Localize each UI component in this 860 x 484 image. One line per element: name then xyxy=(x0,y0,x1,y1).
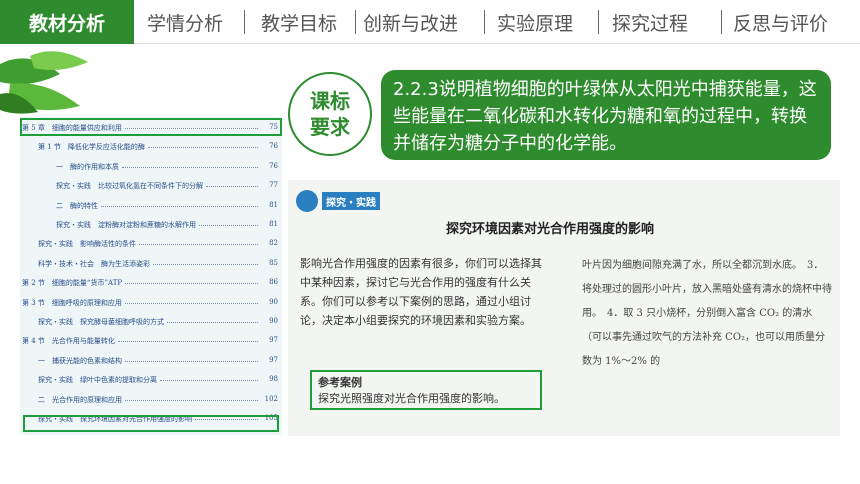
nav-divider xyxy=(721,10,722,34)
toc-line: 科学・技术・社会 酶为生活添姿彩 85 xyxy=(20,259,282,271)
toc-line: 一 酶的作用和本质 76 xyxy=(20,162,282,174)
toc-leader-dots xyxy=(160,380,258,382)
toc-entry-text: 二 酶的特性 xyxy=(56,201,98,210)
tab-reflection[interactable]: 反思与评价 xyxy=(733,0,828,44)
badge-label: 课标要求 xyxy=(310,89,350,139)
inquiry-tag: 探究・实践 xyxy=(322,192,380,210)
book-right-paragraph: 叶片因为细胞间隙充满了水，所以全都沉到水底。 3．将处理过的圆形小叶片，放入黑暗… xyxy=(582,260,832,367)
section-highlight-box xyxy=(23,415,279,432)
toc-entry-text: 探究・实践 探究酵母菌细胞呼吸的方式 xyxy=(38,318,164,326)
toc-page-number: 81 xyxy=(269,220,278,228)
toc-entry-text: 科学・技术・社会 酶为生活添姿彩 xyxy=(38,259,150,268)
toc-line: 探究・实践 影响酶活性的条件 82 xyxy=(20,239,282,251)
toc-entry-text: 第 4 节 光合作用与能量转化 xyxy=(22,337,115,346)
toc-line: 第 2 节 细胞的能量“货币”ATP 86 xyxy=(20,278,282,290)
toc-leader-dots xyxy=(124,302,258,304)
toc-page-number: 102 xyxy=(264,394,278,403)
toc-leader-dots xyxy=(206,186,258,188)
leaf-decoration-icon xyxy=(0,51,88,114)
toc-page-number: 97 xyxy=(269,336,278,345)
toc-entry-text: 第 3 节 细胞呼吸的原理和应用 xyxy=(22,298,122,307)
toc-page-number: 97 xyxy=(269,355,278,364)
toc-page-number: 86 xyxy=(269,278,278,287)
toc-page-number: 85 xyxy=(269,258,278,267)
top-nav-bar: 教材分析 学情分析 教学目标 创新与改进 实验原理 探究过程 反思与评价 xyxy=(0,0,860,44)
nav-divider xyxy=(484,10,485,34)
toc-entry-text: 一 酶的作用和本质 xyxy=(56,162,119,171)
toc-entry-text: 第 2 节 细胞的能量“货币”ATP xyxy=(22,279,123,288)
inquiry-practice-icon xyxy=(296,190,318,212)
toc-entry-text: 一 捕获光能的色素和结构 xyxy=(38,356,122,365)
toc-line: 二 光合作用的原理和应用 102 xyxy=(20,395,282,407)
tab-innovation[interactable]: 创新与改进 xyxy=(363,0,458,44)
toc-page-number: 82 xyxy=(269,239,278,248)
tab-learner-analysis[interactable]: 学情分析 xyxy=(147,0,223,44)
nav-divider xyxy=(244,10,245,34)
nav-divider xyxy=(355,10,356,34)
tab-experiment-principle[interactable]: 实验原理 xyxy=(497,0,573,44)
toc-leader-dots xyxy=(167,322,258,323)
toc-entry-text: 第 1 节 降低化学反应活化能的酶 xyxy=(38,143,145,152)
reference-case-text: 探究光照强度对光合作用强度的影响。 xyxy=(318,392,505,405)
reference-case-box: 参考案例 探究光照强度对光合作用强度的影响。 xyxy=(310,370,542,410)
book-section-title: 探究环境因素对光合作用强度的影响 xyxy=(446,222,655,237)
toc-line: 探究・实践 绿叶中色素的提取和分离 98 xyxy=(20,375,282,387)
toc-leader-dots xyxy=(125,360,258,362)
toc-line: 探究・实践 探究酵母菌细胞呼吸的方式 90 xyxy=(20,317,282,329)
toc-page-number: 90 xyxy=(269,317,278,325)
toc-entry-text: 二 光合作用的原理和应用 xyxy=(38,395,122,404)
toc-leader-dots xyxy=(101,205,258,207)
toc-entry-text: 探究・实践 影响酶活性的条件 xyxy=(38,240,136,249)
toc-page-number: 81 xyxy=(269,200,278,209)
toc-line: 第 1 节 降低化学反应活化能的酶 76 xyxy=(20,142,282,154)
toc-entry-text: 探究・实践 淀粉酶对淀粉和蔗糖的水解作用 xyxy=(56,221,196,229)
standard-requirement-badge: 课标要求 xyxy=(288,72,372,156)
toc-line: 探究・实践 比较过氧化氢在不同条件下的分解 77 xyxy=(20,181,282,193)
standard-text: 2.2.3说明植物细胞的叶绿体从太阳光中捕获能量，这些能量在二氧化碳和水转化为糖… xyxy=(393,79,817,154)
tab-teaching-goals[interactable]: 教学目标 xyxy=(261,0,337,44)
toc-leader-dots xyxy=(153,263,258,265)
textbook-table-of-contents: 第 5 章 细胞的能量供应和利用 75 第 1 节 降低化学反应活化能的酶 76 一 酶… xyxy=(20,117,282,435)
toc-page-number: 90 xyxy=(269,297,278,306)
toc-line: 第 3 节 细胞呼吸的原理和应用 90 xyxy=(20,298,282,310)
toc-line: 探究・实践 淀粉酶对淀粉和蔗糖的水解作用 81 xyxy=(20,220,282,232)
toc-page-number: 77 xyxy=(269,181,278,190)
toc-page-number: 98 xyxy=(269,375,278,384)
tab-inquiry-process[interactable]: 探究过程 xyxy=(612,0,688,44)
nav-divider xyxy=(598,10,599,34)
toc-leader-dots xyxy=(139,244,258,246)
tab-textbook-analysis[interactable]: 教材分析 xyxy=(0,0,134,44)
textbook-page-excerpt: 探究・实践 探究环境因素对光合作用强度的影响 影响光合作用强度的因素有很多，你们… xyxy=(288,180,840,436)
toc-page-number: 76 xyxy=(269,142,278,151)
toc-leader-dots xyxy=(147,147,258,149)
toc-entry-text: 探究・实践 比较过氧化氢在不同条件下的分解 xyxy=(56,182,203,191)
curriculum-standard-box: 2.2.3说明植物细胞的叶绿体从太阳光中捕获能量，这些能量在二氧化碳和水转化为糖… xyxy=(381,70,831,160)
reference-case-title: 参考案例 xyxy=(318,376,362,389)
toc-leader-dots xyxy=(122,166,258,168)
toc-page-number: 76 xyxy=(269,161,278,170)
toc-leader-dots xyxy=(117,341,258,343)
toc-leader-dots xyxy=(125,283,258,285)
toc-line: 一 捕获光能的色素和结构 97 xyxy=(20,356,282,368)
toc-entry-text: 探究・实践 绿叶中色素的提取和分离 xyxy=(38,376,157,385)
toc-leader-dots xyxy=(199,225,258,226)
toc-line: 二 酶的特性 81 xyxy=(20,201,282,213)
chapter-highlight-box xyxy=(20,118,282,136)
book-left-paragraph: 影响光合作用强度的因素有很多，你们可以选择其中某种因素，探讨它与光合作用的强度有… xyxy=(300,257,542,327)
toc-line: 第 4 节 光合作用与能量转化 97 xyxy=(20,336,282,348)
toc-leader-dots xyxy=(125,399,258,401)
